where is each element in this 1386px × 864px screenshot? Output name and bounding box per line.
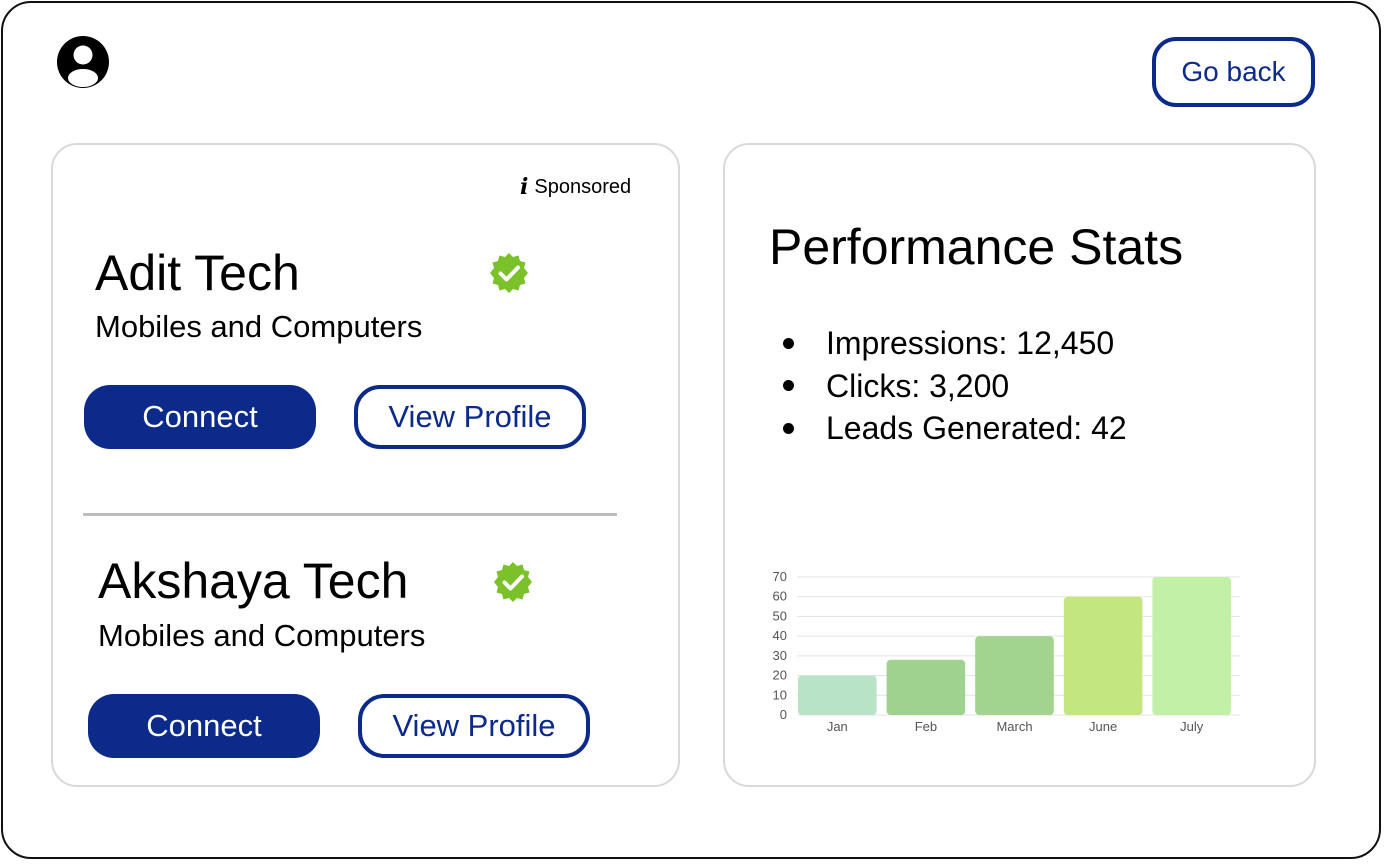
stats-item: Clicks: 3,200 <box>780 365 1127 408</box>
bullet-icon <box>783 337 794 349</box>
chart-bar <box>886 659 966 715</box>
connect-button[interactable]: Connect <box>88 694 320 758</box>
company-name: Akshaya Tech <box>98 553 409 609</box>
sponsored-companies-card <box>51 143 680 787</box>
chart-bar <box>1152 577 1231 715</box>
sponsored-text: Sponsored <box>534 175 632 198</box>
chart-bar <box>1063 596 1143 715</box>
divider <box>83 513 617 516</box>
connect-button[interactable]: Connect <box>84 385 316 449</box>
chart-bar <box>975 636 1054 715</box>
verified-badge-icon <box>494 562 532 602</box>
bullet-icon <box>783 380 794 392</box>
y-tick-label: 30 <box>773 648 787 663</box>
y-tick-label: 20 <box>773 668 787 683</box>
company-category: Mobiles and Computers <box>98 618 426 653</box>
x-tick-label: Feb <box>915 719 937 734</box>
x-tick-label: July <box>1180 719 1204 734</box>
x-tick-label: March <box>996 719 1032 734</box>
stats-item-text: Leads Generated: 42 <box>826 410 1127 446</box>
stats-list: Impressions: 12,450 Clicks: 3,200 Leads … <box>780 322 1127 450</box>
y-tick-label: 10 <box>773 687 787 702</box>
company-name: Adit Tech <box>95 245 300 301</box>
user-circle-icon[interactable] <box>57 36 109 88</box>
y-tick-label: 40 <box>773 628 787 643</box>
stats-item-text: Impressions: 12,450 <box>826 325 1115 361</box>
go-back-button[interactable]: Go back <box>1152 37 1315 107</box>
company-category: Mobiles and Computers <box>95 309 423 344</box>
verified-badge-icon <box>490 253 528 293</box>
y-tick-label: 50 <box>773 608 787 623</box>
y-tick-label: 60 <box>773 589 787 604</box>
view-profile-button[interactable]: View Profile <box>358 694 590 758</box>
stats-item: Leads Generated: 42 <box>780 407 1127 450</box>
view-profile-button[interactable]: View Profile <box>354 385 586 449</box>
y-tick-label: 70 <box>773 569 787 584</box>
x-tick-label: June <box>1089 719 1117 734</box>
performance-bar-chart: 0 10 20 30 40 50 60 70 Jan Feb March June July <box>773 569 1240 734</box>
stats-title: Performance Stats <box>769 219 1184 275</box>
sponsored-label: i Sponsored <box>520 174 631 200</box>
x-tick-label: Jan <box>827 719 848 734</box>
stats-item-text: Clicks: 3,200 <box>826 367 1010 404</box>
bullet-icon <box>783 422 794 434</box>
info-icon: i <box>520 174 529 200</box>
chart-bar <box>798 675 877 715</box>
stats-item: Impressions: 12,450 <box>780 322 1127 365</box>
y-tick-label: 0 <box>780 707 787 722</box>
